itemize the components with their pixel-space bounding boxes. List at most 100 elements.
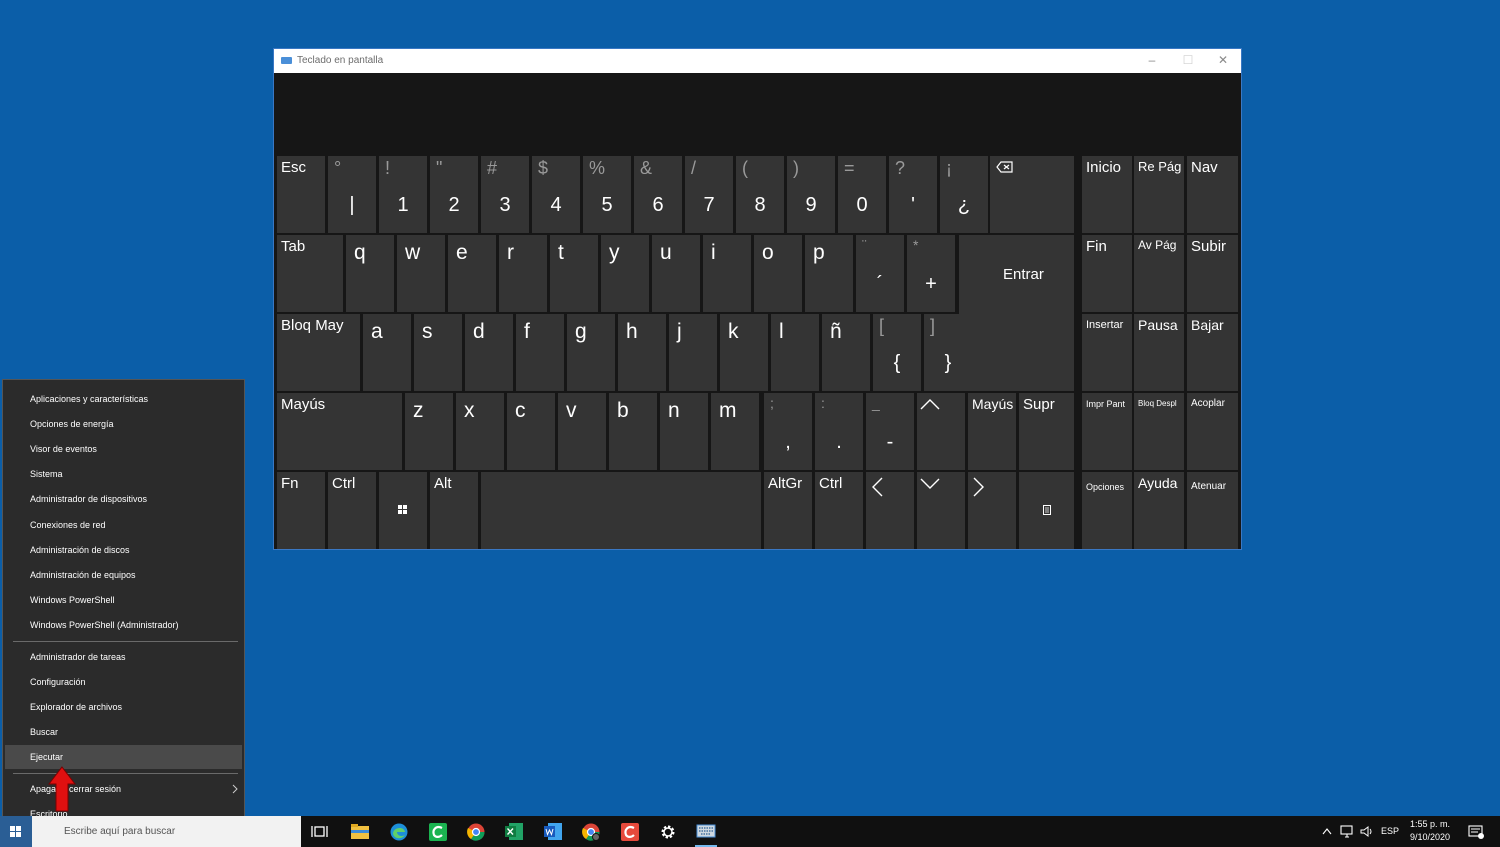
key-m[interactable]: m <box>711 393 759 470</box>
key-num-9[interactable]: ) 9 <box>787 156 835 233</box>
excel-icon[interactable] <box>504 822 524 841</box>
key-num-12[interactable]: ¡ ¿ <box>940 156 988 233</box>
on-screen-keyboard-taskbar-icon[interactable] <box>696 822 716 841</box>
key-acoplar[interactable]: Acoplar <box>1187 393 1238 470</box>
key-num-10[interactable]: = 0 <box>838 156 886 233</box>
key-num-5[interactable]: % 5 <box>583 156 631 233</box>
key-u[interactable]: u <box>652 235 700 312</box>
volume-icon[interactable] <box>1360 825 1374 838</box>
key-enter[interactable]: Entrar <box>959 235 1074 391</box>
window-titlebar[interactable]: Teclado en pantalla – ☐ ✕ <box>274 49 1241 73</box>
menu-item[interactable]: Administrador de tareas <box>5 645 242 669</box>
key-num-0[interactable]: ° | <box>328 156 376 233</box>
key-av-pag[interactable]: Av Pág <box>1134 235 1184 312</box>
key-z[interactable]: z <box>405 393 453 470</box>
key-ctrl-left[interactable]: Ctrl <box>328 472 376 549</box>
menu-item[interactable]: Administrador de dispositivos <box>5 487 242 511</box>
key-bajar[interactable]: Bajar <box>1187 314 1238 391</box>
key-q[interactable]: q <box>346 235 394 312</box>
key-atenuar[interactable]: Atenuar <box>1187 472 1238 549</box>
key-w[interactable]: w <box>397 235 445 312</box>
key-o[interactable]: o <box>754 235 802 312</box>
key-p[interactable]: p <box>805 235 853 312</box>
key-num-6[interactable]: & 6 <box>634 156 682 233</box>
key-n[interactable]: n <box>660 393 708 470</box>
key-num-11[interactable]: ? ' <box>889 156 937 233</box>
word-icon[interactable] <box>543 822 563 841</box>
menu-item[interactable]: Configuración <box>5 670 242 694</box>
key-fn[interactable]: Fn <box>277 472 325 549</box>
menu-item[interactable]: Administración de discos <box>5 538 242 562</box>
key-pausa[interactable]: Pausa <box>1134 314 1184 391</box>
key-ñ[interactable]: ñ <box>822 314 870 391</box>
menu-item[interactable]: Conexiones de red <box>5 513 242 537</box>
key-v[interactable]: v <box>558 393 606 470</box>
key-arrow-left[interactable] <box>866 472 914 549</box>
key-nav[interactable]: Nav <box>1187 156 1238 233</box>
maximize-button[interactable]: ☐ <box>1170 49 1206 73</box>
key-space[interactable] <box>481 472 761 549</box>
key-h[interactable]: h <box>618 314 666 391</box>
key-comma[interactable]: ;, <box>764 393 812 470</box>
key-ctrl-right[interactable]: Ctrl <box>815 472 863 549</box>
menu-item[interactable]: Aplicaciones y características <box>5 387 242 411</box>
key-plus[interactable]: * + <box>907 235 955 312</box>
key-e[interactable]: e <box>448 235 496 312</box>
task-view-icon[interactable] <box>311 822 331 841</box>
key-esc[interactable]: Esc <box>277 156 325 233</box>
key-ayuda[interactable]: Ayuda <box>1134 472 1184 549</box>
key-num-7[interactable]: /7 <box>685 156 733 233</box>
key-inicio[interactable]: Inicio <box>1082 156 1132 233</box>
key-caps-lock[interactable]: Bloq May <box>277 314 360 391</box>
key-arrow-up[interactable] <box>917 393 965 470</box>
network-icon[interactable] <box>1340 825 1354 838</box>
key-j[interactable]: j <box>669 314 717 391</box>
key-re-pag[interactable]: Re Pág <box>1134 156 1184 233</box>
start-button[interactable] <box>0 816 32 847</box>
minimize-button[interactable]: – <box>1134 49 1170 73</box>
key-num-1[interactable]: ! 1 <box>379 156 427 233</box>
key-insertar[interactable]: Insertar <box>1082 314 1132 391</box>
key-subir[interactable]: Subir <box>1187 235 1238 312</box>
key-shift-left[interactable]: Mayús <box>277 393 402 470</box>
key-arrow-right[interactable] <box>968 472 1016 549</box>
key-bloq-despl[interactable]: Bloq Despl <box>1134 393 1184 470</box>
chrome-icon[interactable] <box>466 822 486 841</box>
menu-item[interactable]: Sistema <box>5 462 242 486</box>
menu-item[interactable]: Buscar <box>5 720 242 744</box>
key-b[interactable]: b <box>609 393 657 470</box>
key-period[interactable]: :. <box>815 393 863 470</box>
key-l[interactable]: l <box>771 314 819 391</box>
key-t[interactable]: t <box>550 235 598 312</box>
close-button[interactable]: ✕ <box>1205 49 1241 73</box>
menu-item-shutdown[interactable]: Apagar o cerrar sesión <box>5 777 242 801</box>
key-g[interactable]: g <box>567 314 615 391</box>
key-alt[interactable]: Alt <box>430 472 478 549</box>
key-num-4[interactable]: $4 <box>532 156 580 233</box>
key-dash[interactable]: _ - <box>866 393 914 470</box>
key-arrow-down[interactable] <box>917 472 965 549</box>
key-altgr[interactable]: AltGr <box>764 472 812 549</box>
taskbar-search-box[interactable]: Escribe aquí para buscar <box>32 816 301 847</box>
menu-item[interactable]: Visor de eventos <box>5 437 242 461</box>
edge-browser-icon[interactable] <box>389 822 409 841</box>
camtasia-green-icon[interactable] <box>428 822 448 841</box>
key-num-2[interactable]: " 2 <box>430 156 478 233</box>
key-menu[interactable] <box>1019 472 1074 549</box>
key-shift-right[interactable]: Mayús <box>968 393 1016 470</box>
key-c[interactable]: c <box>507 393 555 470</box>
key-x[interactable]: x <box>456 393 504 470</box>
key-windows[interactable] <box>379 472 427 549</box>
key-opciones[interactable]: Opciones <box>1082 472 1132 549</box>
key-impr-pant[interactable]: Impr Pant <box>1082 393 1132 470</box>
key-backspace[interactable] <box>990 156 1074 233</box>
key-d[interactable]: d <box>465 314 513 391</box>
menu-item[interactable]: Opciones de energía <box>5 412 242 436</box>
menu-item[interactable]: Administración de equipos <box>5 563 242 587</box>
file-explorer-icon[interactable] <box>350 822 370 841</box>
key-r[interactable]: r <box>499 235 547 312</box>
chrome-profile-icon[interactable] <box>581 822 601 841</box>
key-s[interactable]: s <box>414 314 462 391</box>
key-tab[interactable]: Tab <box>277 235 343 312</box>
menu-item[interactable]: Windows PowerShell <box>5 588 242 612</box>
